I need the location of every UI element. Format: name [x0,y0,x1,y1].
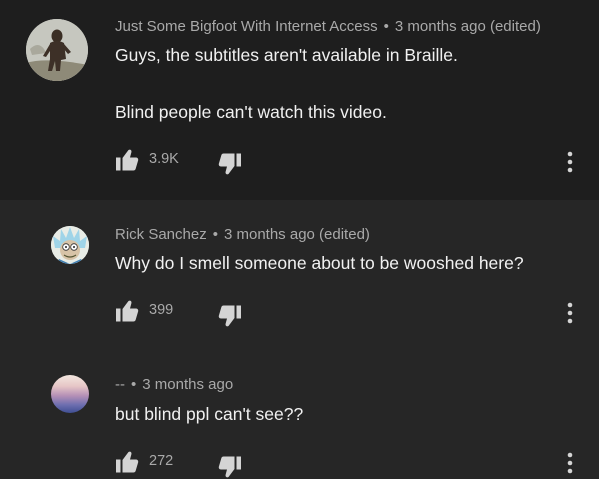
author-name[interactable]: Rick Sanchez [115,226,207,243]
comment-text-line: Guys, the subtitles aren't available in … [115,45,458,65]
comment-header: -- • 3 months ago [115,376,233,393]
rick-avatar-icon[interactable] [51,226,89,264]
comment-thread-item: Just Some Bigfoot With Internet Access • 3… [0,0,599,200]
author-name[interactable]: Just Some Bigfoot With Internet Access [115,18,378,35]
comment-text-line: but blind ppl can't see?? [115,404,304,424]
bigfoot-avatar-icon[interactable] [26,19,88,81]
comment-thread-item: Rick Sanchez • 3 months ago (edited) Why d… [0,200,599,350]
timestamp[interactable]: 3 months ago (edited) [395,18,541,35]
separator-dot: • [383,18,389,35]
more-vertical-icon[interactable] [565,301,575,325]
comment-text-line: Blind people can't watch this video. [115,102,387,122]
separator-dot: • [212,226,218,243]
thumbs-up-icon[interactable] [115,299,139,323]
more-vertical-icon[interactable] [565,150,575,174]
gradient-avatar-icon[interactable] [51,375,89,413]
comment-header: Rick Sanchez • 3 months ago (edited) [115,226,370,243]
more-vertical-icon[interactable] [565,451,575,475]
timestamp[interactable]: 3 months ago [142,376,233,393]
comment-text-line: Why do I smell someone about to be woosh… [115,253,524,273]
like-count: 399 [149,302,174,318]
thumbs-down-icon[interactable] [218,152,242,176]
thumbs-up-icon[interactable] [115,148,139,172]
thumbs-down-icon[interactable] [218,304,242,328]
comment-thread-item: -- • 3 months ago but blind ppl can't see?… [0,350,599,473]
comment-header: Just Some Bigfoot With Internet Access • 3… [115,18,541,35]
thumbs-up-icon[interactable] [115,450,139,474]
like-count: 3.9K [149,151,179,167]
author-name[interactable]: -- [115,376,125,393]
thumbs-down-icon[interactable] [218,455,242,479]
separator-dot: • [131,376,137,393]
timestamp[interactable]: 3 months ago (edited) [224,226,370,243]
like-count: 272 [149,453,174,469]
